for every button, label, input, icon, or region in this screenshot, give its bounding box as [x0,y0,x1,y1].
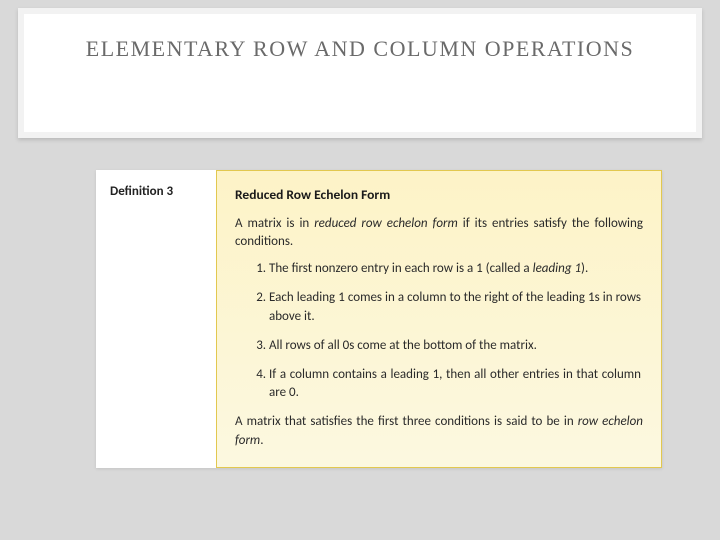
footer-pre: A matrix that satisfies the first three … [235,414,578,429]
condition-2: Each leading 1 comes in a column to the … [269,289,643,327]
definition-label-column: Definition 3 [96,170,216,468]
cond-em: leading 1 [533,261,581,276]
condition-3: All rows of all 0s come at the bottom of… [269,337,643,356]
conditions-list: The first nonzero entry in each row is a… [235,260,643,403]
intro-em: reduced row echelon form [314,216,458,231]
definition-intro: A matrix is in reduced row echelon form … [235,215,643,253]
definition-body: Reduced Row Echelon Form A matrix is in … [216,170,662,468]
definition-footer: A matrix that satisfies the first three … [235,413,643,451]
intro-pre: A matrix is in [235,216,314,231]
definition-title: Reduced Row Echelon Form [235,185,643,205]
definition-block: Definition 3 Reduced Row Echelon Form A … [96,170,662,468]
footer-post: . [260,433,263,448]
definition-label: Definition 3 [110,184,206,199]
cond-post: ). [581,261,588,276]
condition-1: The first nonzero entry in each row is a… [269,260,643,279]
slide-title: ELEMENTARY ROW AND COLUMN OPERATIONS [86,36,634,62]
title-card: ELEMENTARY ROW AND COLUMN OPERATIONS [18,8,702,138]
cond-pre: All rows of all 0s come at the bottom of… [269,338,537,353]
cond-pre: The first nonzero entry in each row is a… [269,261,533,276]
condition-4: If a column contains a leading 1, then a… [269,366,643,404]
cond-pre: If a column contains a leading 1, then a… [269,367,641,401]
cond-pre: Each leading 1 comes in a column to the … [269,290,641,324]
